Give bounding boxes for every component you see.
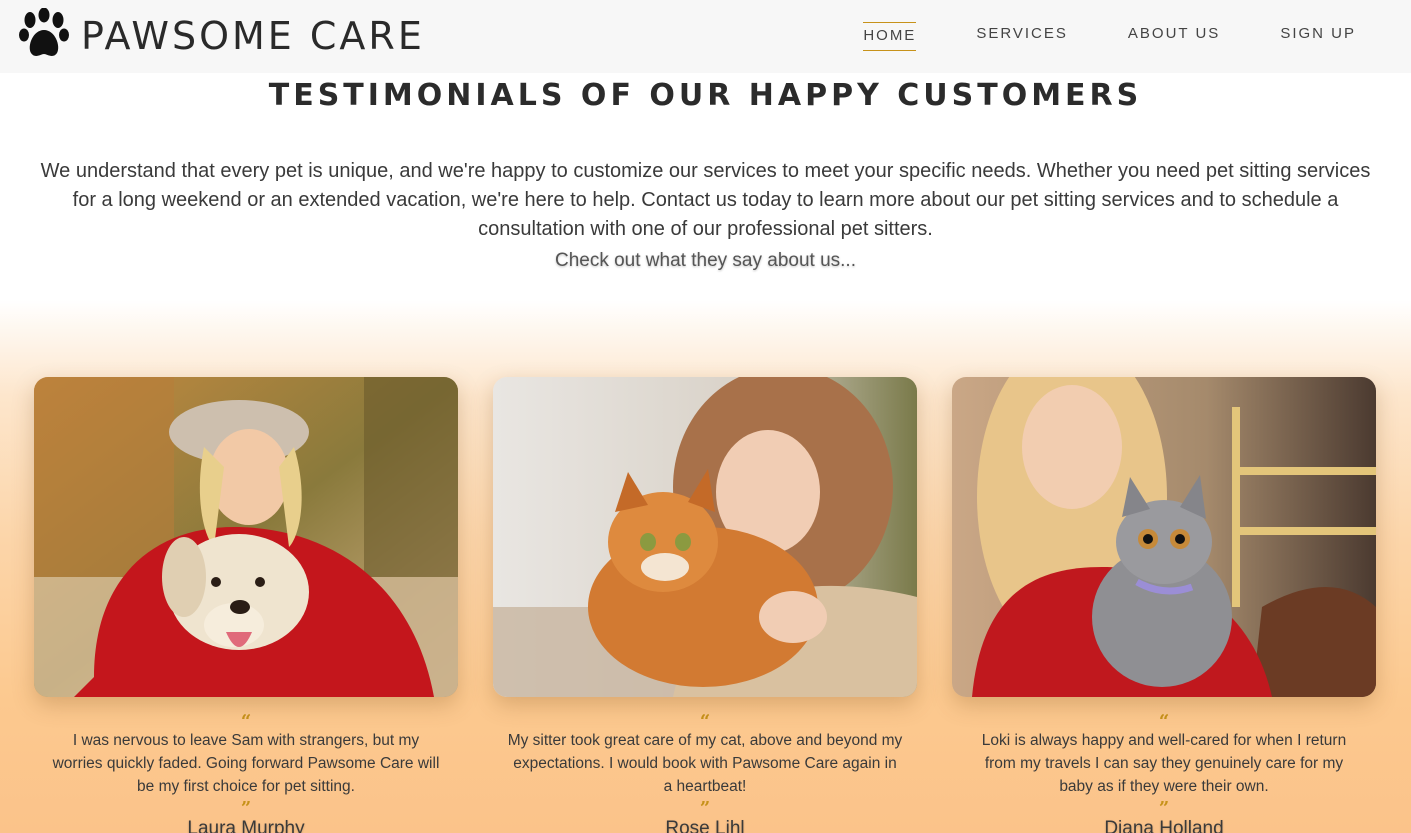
- testimonial-quote: I was nervous to leave Sam with stranger…: [52, 732, 440, 795]
- nav-home[interactable]: HOME: [863, 22, 917, 51]
- testimonial-author: Rose Lihl: [665, 818, 745, 833]
- testimonial-quote: My sitter took great care of my cat, abo…: [507, 732, 903, 795]
- nav-services[interactable]: SERVICES: [976, 22, 1068, 51]
- testimonial-author: Laura Murphy: [187, 818, 305, 833]
- quote-open-icon: “: [699, 711, 711, 732]
- testimonial-card: “ My sitter took great care of my cat, a…: [493, 377, 917, 833]
- testimonial-author: Diana Holland: [1104, 818, 1224, 833]
- quote-close-icon: ”: [1158, 798, 1170, 819]
- brand-logo[interactable]: PAWSOME CARE: [19, 7, 425, 64]
- nav-about-us[interactable]: ABOUT US: [1128, 22, 1220, 51]
- quote-open-icon: “: [240, 711, 252, 732]
- testimonial-card: “ Loki is always happy and well-cared fo…: [952, 377, 1376, 833]
- testimonial-quote: Loki is always happy and well-cared for …: [981, 732, 1347, 795]
- main-nav: HOME SERVICES ABOUT US SIGN UP: [803, 22, 1356, 51]
- brand-name: PAWSOME CARE: [81, 14, 425, 58]
- navbar: PAWSOME CARE HOME SERVICES ABOUT US SIGN…: [0, 0, 1411, 73]
- paw-icon: [19, 7, 69, 64]
- tagline: Check out what they say about us...: [554, 250, 856, 271]
- woman-with-grey-kitten-photo: [952, 377, 1376, 697]
- quote-close-icon: ”: [699, 798, 711, 819]
- section-title: TESTIMONIALS OF OUR HAPPY CUSTOMERS: [268, 78, 1143, 113]
- testimonial-card: “ I was nervous to leave Sam with strang…: [34, 377, 458, 833]
- woman-with-dog-photo: [34, 377, 458, 697]
- intro-paragraph: We understand that every pet is unique, …: [40, 160, 1371, 240]
- woman-with-orange-cat-photo: [493, 377, 917, 697]
- quote-open-icon: “: [1158, 711, 1170, 732]
- nav-sign-up[interactable]: SIGN UP: [1280, 22, 1356, 51]
- quote-close-icon: ”: [240, 798, 252, 819]
